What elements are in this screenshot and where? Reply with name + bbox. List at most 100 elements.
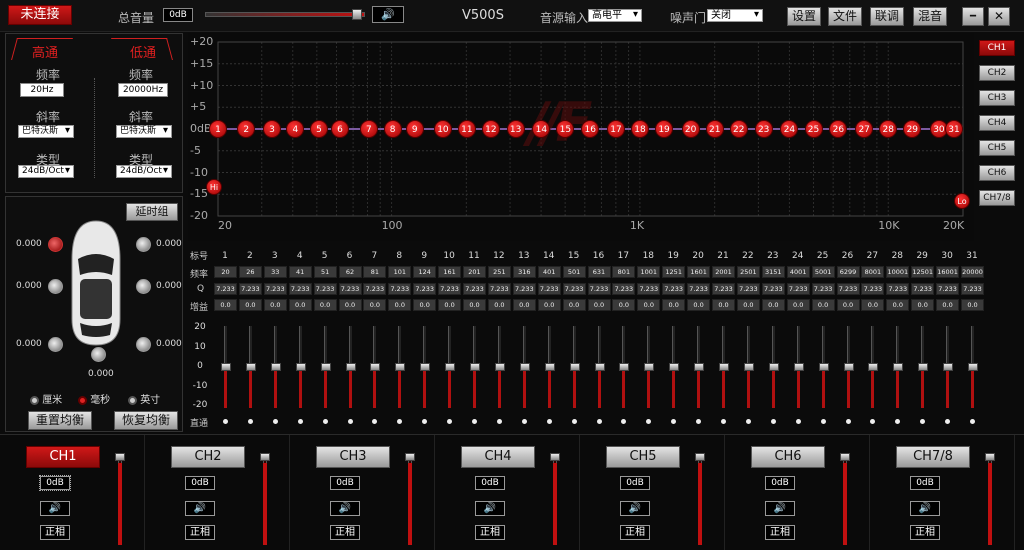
eq-band-point[interactable]: 5 <box>309 120 328 138</box>
band-freq-cell[interactable]: 124 <box>413 266 437 278</box>
band-freq-cell[interactable]: 401 <box>537 266 561 278</box>
eq-band-point[interactable]: 18 <box>631 120 650 138</box>
band-bypass-toggle[interactable] <box>571 419 577 424</box>
delay-group-button[interactable]: 延时组 <box>126 203 178 221</box>
band-bypass-toggle[interactable] <box>447 419 453 424</box>
band-gain-slider-thumb[interactable] <box>818 363 829 371</box>
band-q-cell[interactable]: 7.233 <box>263 283 287 295</box>
band-gain-cell[interactable]: 0.0 <box>537 299 561 311</box>
eq-band-point[interactable]: 10 <box>433 120 452 138</box>
channel-gain-value[interactable]: 0dB <box>39 475 71 491</box>
delay-knob-fr[interactable] <box>136 237 151 252</box>
lp-freq-input[interactable]: 20000Hz <box>118 83 168 97</box>
band-q-cell[interactable]: 7.233 <box>463 283 486 295</box>
band-gain-slider-thumb[interactable] <box>743 363 754 371</box>
band-bypass-toggle[interactable] <box>496 419 502 424</box>
band-gain-cell[interactable]: 0.0 <box>487 299 511 311</box>
channel-button[interactable]: CH7/8 <box>896 446 970 468</box>
settings-button[interactable]: 设置 <box>787 7 821 26</box>
band-gain-cell[interactable]: 0.0 <box>886 299 910 311</box>
unit-inch[interactable]: 英寸 <box>128 391 160 406</box>
channel-mute-speaker-icon[interactable]: 🔊 <box>185 501 215 516</box>
channel-volume-thumb[interactable] <box>405 453 415 461</box>
side-channel-button[interactable]: CH7/8 <box>979 190 1015 206</box>
master-volume-slider[interactable] <box>205 12 365 17</box>
delay-knob-rl[interactable] <box>48 337 63 352</box>
eq-band-point[interactable]: 9 <box>405 120 424 138</box>
band-gain-slider-thumb[interactable] <box>221 363 231 371</box>
band-gain-cell[interactable]: 0.0 <box>313 299 337 311</box>
eq-band-point[interactable]: 31 <box>945 120 963 138</box>
band-gain-cell[interactable]: 0.0 <box>761 299 785 311</box>
eq-band-point[interactable]: 7 <box>359 120 378 138</box>
band-gain-cell[interactable]: 0.0 <box>413 299 437 311</box>
band-freq-cell[interactable]: 51 <box>313 266 337 278</box>
band-q-cell[interactable]: 7.233 <box>786 283 810 295</box>
band-gain-cell[interactable]: 0.0 <box>587 299 611 311</box>
channel-phase-button[interactable]: 正相 <box>910 525 940 540</box>
band-gain-slider-thumb[interactable] <box>569 363 580 371</box>
band-gain-cell[interactable]: 0.0 <box>736 299 760 311</box>
band-q-cell[interactable]: 7.233 <box>438 283 462 295</box>
hp-title[interactable]: 高通 <box>20 42 70 61</box>
band-bypass-toggle[interactable] <box>795 419 801 424</box>
band-bypass-toggle[interactable] <box>472 419 477 424</box>
band-freq-cell[interactable]: 251 <box>487 266 511 278</box>
eq-band-point[interactable]: 3 <box>263 120 281 138</box>
band-q-cell[interactable]: 7.233 <box>487 283 511 295</box>
channel-gain-value[interactable]: 0dB <box>185 476 215 490</box>
band-gain-slider-thumb[interactable] <box>470 363 480 371</box>
band-gain-slider-thumb[interactable] <box>669 363 680 371</box>
band-gain-slider-thumb[interactable] <box>345 363 356 371</box>
channel-button[interactable]: CH3 <box>316 446 390 468</box>
hp-slope-select[interactable]: 巴特沃斯 <box>18 125 74 138</box>
band-gain-slider-thumb[interactable] <box>245 363 256 371</box>
band-gain-cell[interactable]: 0.0 <box>438 299 462 311</box>
band-freq-cell[interactable]: 6299 <box>836 266 860 278</box>
band-bypass-toggle[interactable] <box>347 419 353 424</box>
connect-button[interactable]: 未连接 <box>8 5 72 25</box>
band-gain-cell[interactable]: 0.0 <box>562 299 586 311</box>
band-q-cell[interactable]: 7.233 <box>313 283 337 295</box>
band-q-cell[interactable]: 7.233 <box>388 283 412 295</box>
band-freq-cell[interactable]: 2501 <box>736 266 760 278</box>
restore-eq-button[interactable]: 恢复均衡 <box>114 411 178 430</box>
band-gain-slider-thumb[interactable] <box>868 363 879 371</box>
channel-button[interactable]: CH6 <box>751 446 825 468</box>
band-gain-cell[interactable]: 0.0 <box>786 299 810 311</box>
band-bypass-toggle[interactable] <box>671 419 677 424</box>
side-channel-button[interactable]: CH1 <box>979 40 1015 56</box>
band-freq-cell[interactable]: 2001 <box>712 266 735 278</box>
band-bypass-toggle[interactable] <box>870 419 876 424</box>
band-bypass-toggle[interactable] <box>372 419 378 424</box>
band-bypass-toggle[interactable] <box>223 419 228 424</box>
channel-volume-thumb[interactable] <box>840 453 850 461</box>
band-gain-cell[interactable]: 0.0 <box>861 299 885 311</box>
hp-handle[interactable]: Hi <box>206 179 222 195</box>
unit-ms[interactable]: 毫秒 <box>78 391 110 406</box>
band-gain-slider-thumb[interactable] <box>370 363 381 371</box>
band-freq-cell[interactable]: 801 <box>612 266 636 278</box>
band-gain-cell[interactable]: 0.0 <box>263 299 287 311</box>
band-gain-cell[interactable]: 0.0 <box>214 299 237 311</box>
band-bypass-toggle[interactable] <box>646 419 652 424</box>
channel-mute-speaker-icon[interactable]: 🔊 <box>910 501 940 516</box>
band-bypass-toggle[interactable] <box>970 419 975 424</box>
band-freq-cell[interactable]: 201 <box>463 266 486 278</box>
delay-knob-rr[interactable] <box>136 337 151 352</box>
band-gain-slider-thumb[interactable] <box>420 363 431 371</box>
band-q-cell[interactable]: 7.233 <box>587 283 611 295</box>
band-freq-cell[interactable]: 12501 <box>911 266 935 278</box>
channel-volume-thumb[interactable] <box>115 453 125 461</box>
band-bypass-toggle[interactable] <box>521 419 527 424</box>
band-gain-cell[interactable]: 0.0 <box>363 299 387 311</box>
band-freq-cell[interactable]: 33 <box>263 266 287 278</box>
band-q-cell[interactable]: 7.233 <box>662 283 686 295</box>
band-gain-cell[interactable]: 0.0 <box>687 299 711 311</box>
channel-volume-thumb[interactable] <box>985 453 995 461</box>
band-q-cell[interactable]: 7.233 <box>562 283 586 295</box>
band-gain-slider-thumb[interactable] <box>893 363 904 371</box>
band-bypass-toggle[interactable] <box>745 419 751 424</box>
eq-band-point[interactable]: 19 <box>655 120 674 138</box>
eq-band-point[interactable]: 12 <box>481 120 500 138</box>
